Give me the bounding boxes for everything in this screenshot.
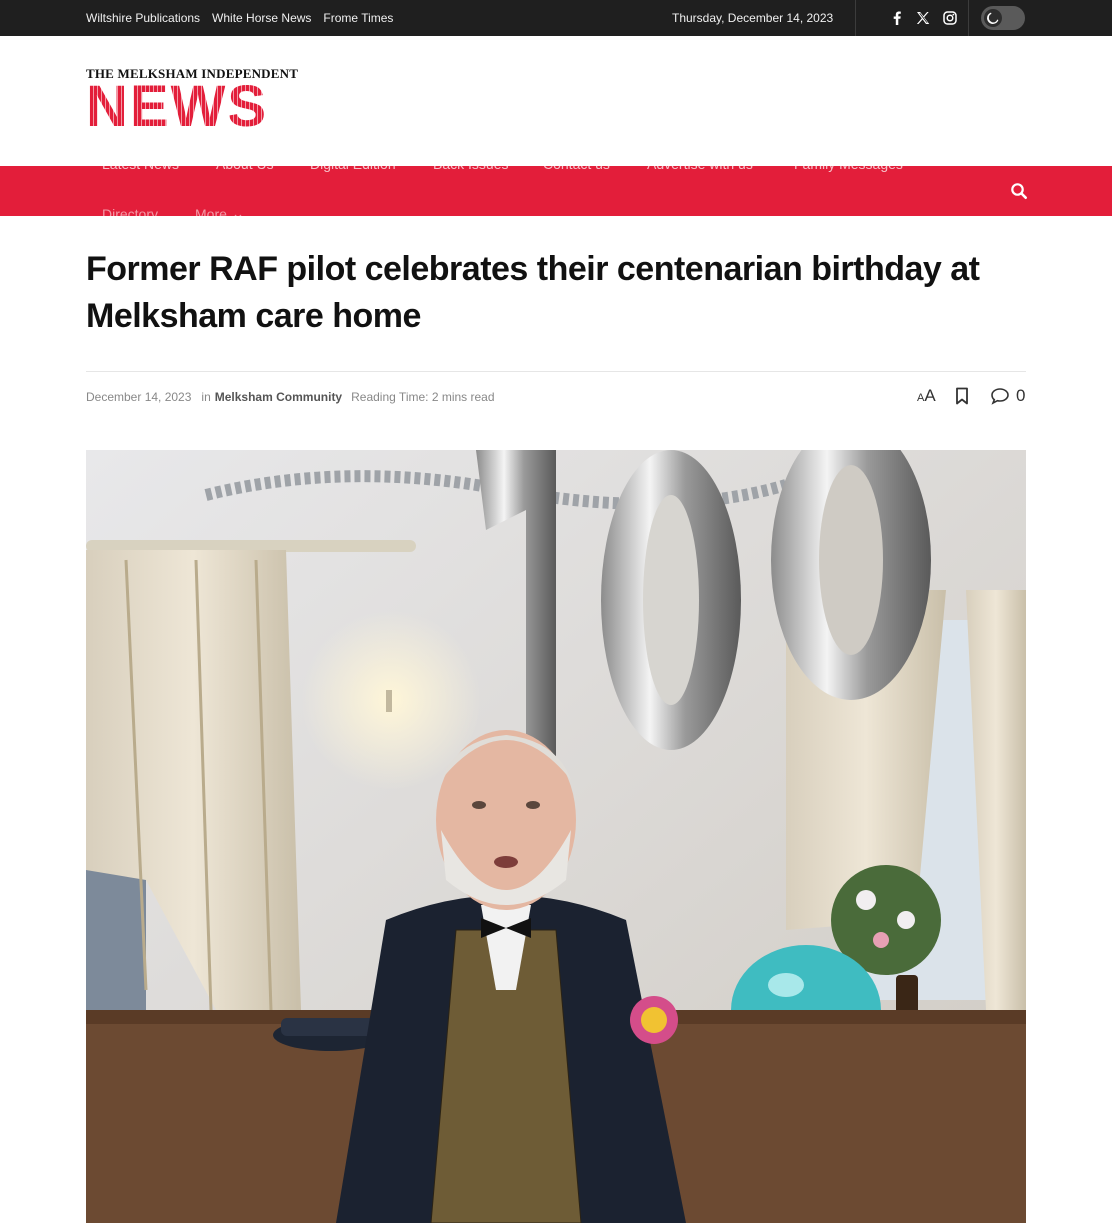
- article-date[interactable]: December 14, 2023: [86, 390, 191, 404]
- dark-mode-toggle[interactable]: [981, 6, 1025, 30]
- nav-item-advertise-with-us[interactable]: Advertise with us: [647, 156, 753, 172]
- top-link-wiltshire-publications[interactable]: Wiltshire Publications: [86, 11, 200, 25]
- comment-button[interactable]: 0: [990, 386, 1025, 406]
- nav-item-latest-news[interactable]: Latest News: [102, 156, 179, 172]
- reading-time: Reading Time: 2 mins read: [351, 390, 495, 404]
- divider: [855, 0, 856, 36]
- chevron-down-icon: [234, 214, 242, 219]
- main-navigation: [0, 166, 1112, 216]
- bookmark-icon[interactable]: [955, 387, 969, 405]
- font-size-button[interactable]: AA: [917, 386, 936, 406]
- moon-icon: [987, 12, 999, 24]
- nav-item-back-issues[interactable]: Back Issues: [433, 156, 508, 172]
- article-meta: December 14, 2023 in Melksham Community …: [86, 390, 495, 404]
- in-label: in: [201, 390, 211, 404]
- article-title: Former RAF pilot celebrates their centen…: [86, 250, 980, 335]
- nav-item-digital-edition[interactable]: Digital Edition: [310, 156, 396, 172]
- nav-item-about-us[interactable]: About Us: [216, 156, 274, 172]
- instagram-icon[interactable]: [941, 9, 959, 27]
- article-featured-image: [86, 450, 1026, 1223]
- nav-item-family-messages[interactable]: Family Messages: [794, 156, 903, 172]
- article-category[interactable]: Melksham Community: [215, 390, 342, 404]
- x-twitter-icon[interactable]: [914, 9, 932, 27]
- divider: [968, 0, 969, 36]
- top-bar: Wiltshire Publications White Horse News …: [0, 0, 1112, 36]
- font-size-large-label: A: [924, 386, 936, 405]
- logo-main-word: NEWS: [86, 74, 268, 139]
- toggle-knob: [984, 9, 1002, 27]
- search-icon[interactable]: [1009, 181, 1029, 201]
- top-link-white-horse-news[interactable]: White Horse News: [212, 11, 311, 25]
- facebook-icon[interactable]: [888, 9, 906, 27]
- comment-icon: [991, 388, 1009, 405]
- divider: [86, 371, 1026, 372]
- top-link-frome-times[interactable]: Frome Times: [323, 11, 393, 25]
- nav-item-directory[interactable]: Directory: [102, 206, 158, 222]
- featured-photo: [86, 450, 1026, 1223]
- nav-item-more[interactable]: More: [195, 206, 227, 222]
- nav-item-contact-us[interactable]: Contact us: [543, 156, 610, 172]
- site-logo[interactable]: THE MELKSHAM INDEPENDENT NEWS: [86, 66, 298, 139]
- comment-count: 0: [1016, 386, 1026, 405]
- current-date: Thursday, December 14, 2023: [672, 11, 834, 25]
- top-links: Wiltshire Publications White Horse News …: [86, 0, 405, 36]
